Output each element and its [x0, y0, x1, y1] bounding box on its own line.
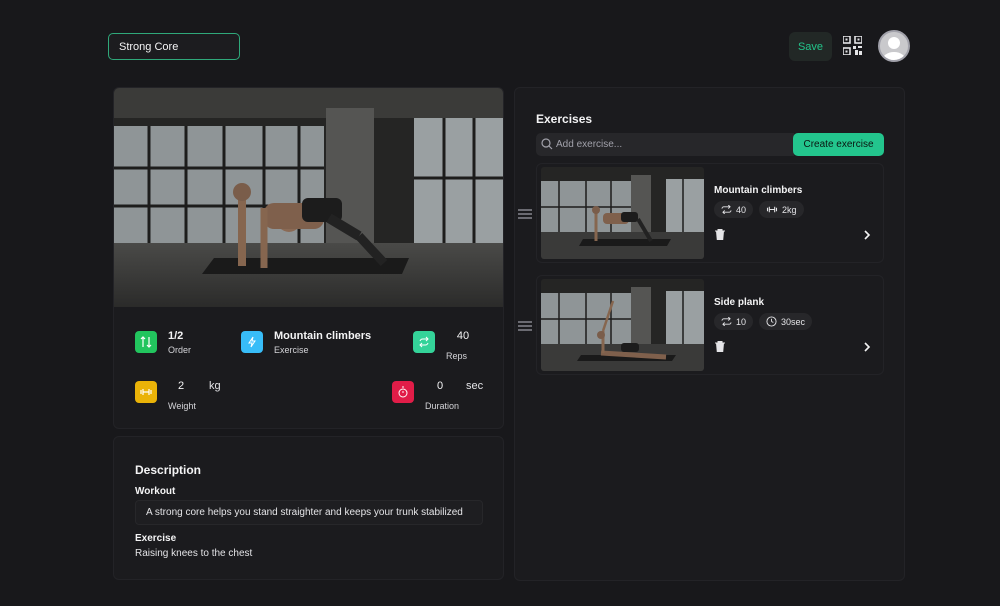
reps-value: 40 — [736, 204, 747, 215]
exercise-name: Mountain climbers — [714, 185, 803, 196]
exercise-name: Side plank — [714, 297, 765, 308]
user-avatar[interactable] — [878, 30, 910, 62]
exercise-label: Exercise — [274, 345, 309, 355]
dumbbell-icon — [766, 206, 778, 213]
order-icon — [135, 331, 157, 353]
duration-value: 30sec — [781, 316, 806, 327]
duration-chip: 30sec — [759, 313, 813, 330]
weight-input[interactable]: 2 — [161, 375, 201, 397]
duration-input[interactable]: 0 — [420, 375, 460, 397]
chevron-right-icon[interactable] — [863, 230, 871, 240]
chevron-right-icon[interactable] — [863, 342, 871, 352]
reps-value: 10 — [736, 316, 747, 327]
exercises-panel: Exercises Create exercise — [514, 87, 905, 581]
save-button[interactable]: Save — [789, 32, 832, 61]
order-value: 1/2 — [168, 330, 184, 342]
timer-icon — [392, 381, 414, 403]
repeat-icon — [413, 331, 435, 353]
repeat-icon — [721, 317, 732, 326]
reps-chip: 40 — [714, 201, 754, 218]
user-icon — [882, 37, 906, 60]
duration-unit: sec — [466, 380, 484, 392]
drag-handle-icon[interactable] — [518, 209, 532, 219]
exercise-description-label: Exercise — [135, 533, 177, 544]
add-exercise-input[interactable] — [556, 133, 786, 156]
exercise-thumbnail — [541, 167, 704, 259]
weight-label: Weight — [168, 401, 196, 411]
exercise-detail-card: 1/2 Order Mountain climbers Exercise 40 … — [113, 87, 504, 429]
search-icon — [541, 138, 553, 150]
order-label: Order — [168, 345, 192, 355]
create-exercise-button[interactable]: Create exercise — [793, 133, 884, 156]
weight-chip: 2kg — [759, 201, 804, 218]
repeat-icon — [721, 205, 732, 214]
exercise-description-text: Raising knees to the chest — [135, 548, 253, 559]
description-card: Description Workout Exercise Raising kne… — [113, 436, 504, 580]
qr-code-icon[interactable] — [843, 36, 862, 55]
exercise-image — [114, 88, 503, 307]
exercise-list-item[interactable]: Mountain climbers 40 2kg — [536, 163, 884, 263]
dumbbell-icon — [135, 381, 157, 403]
reps-label: Reps — [446, 351, 468, 361]
reps-input[interactable]: 40 — [443, 325, 483, 347]
exercise-thumbnail — [541, 279, 704, 371]
weight-unit: kg — [209, 380, 221, 392]
trash-icon[interactable] — [715, 229, 725, 240]
timer-icon — [766, 316, 777, 327]
reps-chip: 10 — [714, 313, 754, 330]
description-title: Description — [135, 463, 202, 477]
workout-name-input[interactable] — [108, 33, 240, 60]
duration-label: Duration — [425, 401, 460, 411]
workout-description-input[interactable] — [135, 500, 483, 525]
search-bar — [536, 133, 794, 156]
exercises-title: Exercises — [536, 112, 593, 126]
workout-description-label: Workout — [135, 486, 176, 497]
trash-icon[interactable] — [715, 341, 725, 352]
exercise-value: Mountain climbers — [274, 330, 372, 342]
weight-value: 2kg — [782, 204, 797, 215]
lightning-icon — [241, 331, 263, 353]
drag-handle-icon[interactable] — [518, 321, 532, 331]
exercise-list-item[interactable]: Side plank 10 30sec — [536, 275, 884, 375]
